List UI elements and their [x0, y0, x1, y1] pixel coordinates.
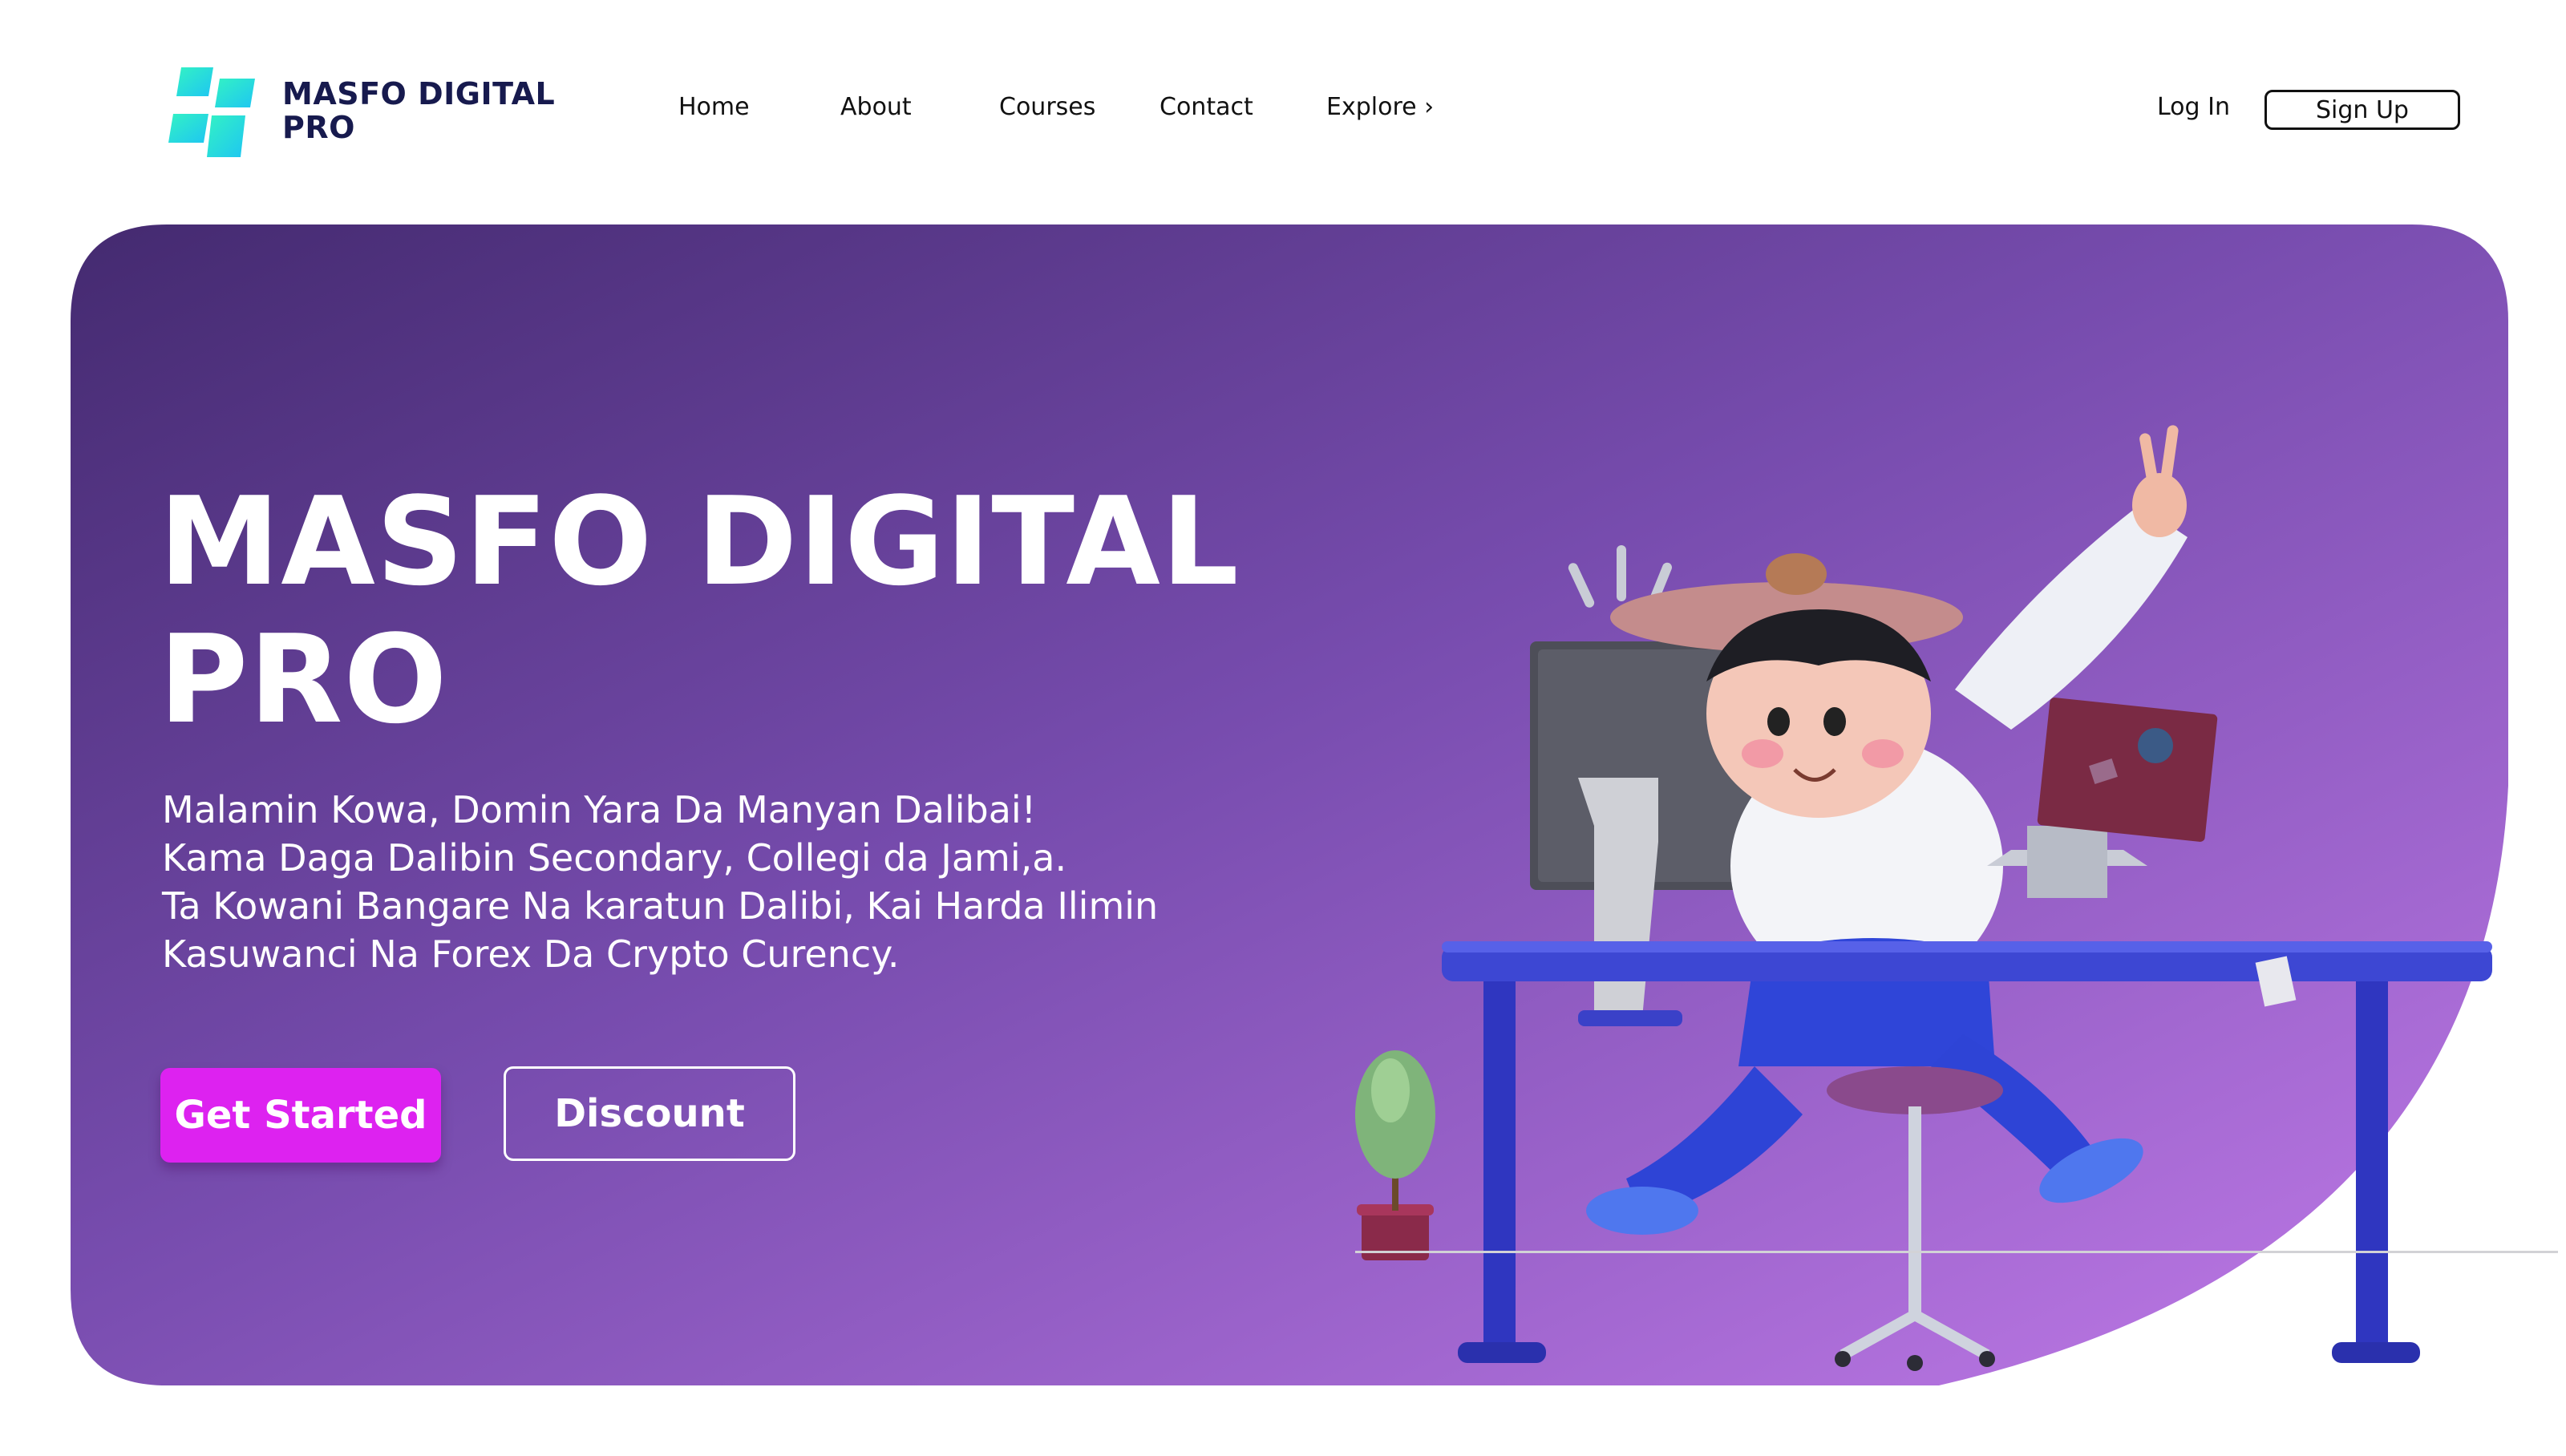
hero-title-line-2: PRO: [159, 609, 448, 750]
brand-line-1: MASFO DIGITAL: [282, 76, 556, 111]
discount-button[interactable]: Discount: [504, 1066, 795, 1161]
hero-description: Malamin Kowa, Domin Yara Da Manyan Dalib…: [162, 786, 1365, 978]
logo-mark-icon: [168, 67, 255, 157]
signup-button[interactable]: Sign Up: [2264, 90, 2460, 130]
nav-explore[interactable]: Explore ›: [1326, 93, 1434, 121]
hero-line-4: Kasuwanci Na Forex Da Crypto Curency.: [162, 932, 900, 976]
get-started-button[interactable]: Get Started: [160, 1068, 441, 1163]
nav-contact[interactable]: Contact: [1160, 93, 1253, 121]
nav-about[interactable]: About: [840, 93, 912, 121]
nav-home[interactable]: Home: [678, 93, 750, 121]
hero-illustration: [1355, 425, 2492, 1371]
floor-line: [1355, 1251, 2558, 1253]
hero-title: MASFO DIGITAL PRO: [159, 473, 1240, 749]
brand-line-2: PRO: [282, 110, 355, 145]
hero-line-3: Ta Kowani Bangare Na karatun Dalibi, Kai…: [162, 884, 1159, 928]
login-link[interactable]: Log In: [2157, 93, 2230, 121]
laptop-icon: [1987, 698, 2218, 898]
brand-name[interactable]: MASFO DIGITAL PRO: [282, 77, 555, 144]
hero-line-2: Kama Daga Dalibin Secondary, Collegi da …: [162, 836, 1067, 880]
hero-banner: MASFO DIGITAL PRO Malamin Kowa, Domin Ya…: [71, 224, 2508, 1385]
hero-line-1: Malamin Kowa, Domin Yara Da Manyan Dalib…: [162, 788, 1037, 831]
hero-title-line-1: MASFO DIGITAL: [159, 471, 1240, 613]
chair-illustration: [1827, 1066, 2003, 1371]
plant-icon: [1355, 1050, 1435, 1260]
nav-courses[interactable]: Courses: [999, 93, 1095, 121]
